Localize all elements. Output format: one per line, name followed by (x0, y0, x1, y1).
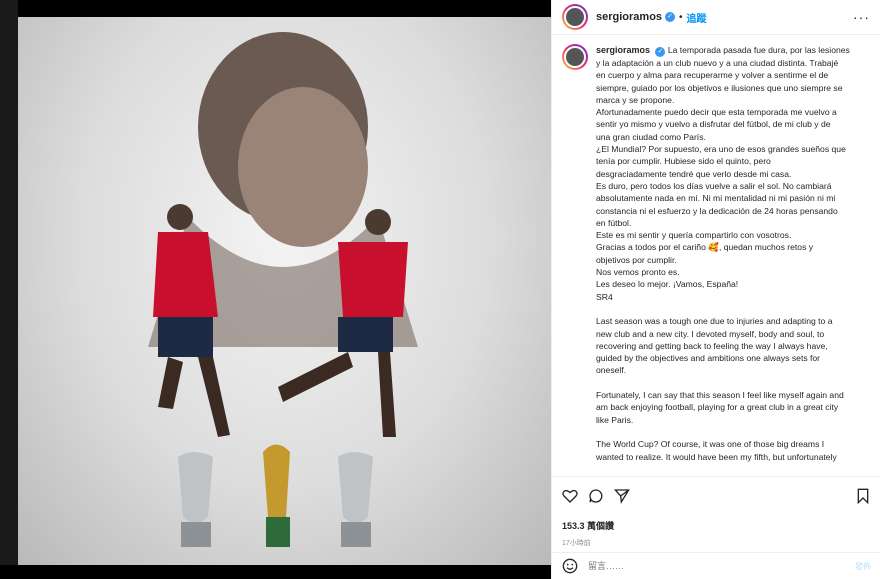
caption-line: Afortunadamente puedo decir que esta tem… (596, 107, 837, 118)
caption-line: objetivos por cumplir. (596, 254, 677, 265)
heart-icon[interactable] (562, 488, 578, 504)
caption-line: marca y se propone. (596, 94, 675, 105)
post-header: sergioramos ✓ • 追蹤 ··· (552, 0, 880, 35)
caption-line: absolutamente nada en mí. Ni mi mentalid… (596, 193, 836, 204)
caption-line: siempre, guiado por los objetivos e ilus… (596, 82, 843, 93)
caption-line: y la adaptación a un club nuevo y a una … (596, 58, 839, 68)
bookmark-icon[interactable] (855, 488, 871, 504)
caption-line: recovering and getting back to feeling t… (596, 340, 828, 351)
timestamp[interactable]: 17小時前 (562, 538, 871, 548)
caption-line: desgraciadamente tendré que verlo desde … (596, 168, 792, 179)
post-comment-button[interactable]: 發佈 (855, 561, 871, 572)
follow-button[interactable]: 追蹤 (687, 10, 707, 25)
caption-line: Last season was a tough one due to injur… (596, 316, 833, 327)
more-icon[interactable]: ··· (853, 9, 870, 25)
caption-line: like Paris. (596, 414, 634, 425)
portrait-face (238, 87, 368, 247)
caption-text: sergioramos ✓ La temporada pasada fue du… (596, 44, 856, 463)
caption-line: am back enjoying football, playing for a… (596, 402, 839, 413)
backdrop-bottom (0, 565, 551, 579)
backdrop (0, 0, 18, 579)
caption-line: tenía por cumplir. Hubiese sido el quint… (596, 156, 771, 167)
caption-line: Este es mi sentir y quería compartirlo c… (596, 230, 792, 241)
caption-line: sentir yo mismo y vuelvo a disfrutar del… (596, 119, 831, 130)
trophy-euro-right (338, 452, 373, 547)
caption-line: en fútbol. (596, 217, 632, 228)
caption-line: La temporada pasada fue dura, por las le… (667, 45, 850, 55)
caption-avatar[interactable] (562, 44, 588, 70)
comment-icon[interactable] (588, 488, 604, 504)
caption-area[interactable]: sergioramos ✓ La temporada pasada fue du… (552, 36, 880, 476)
caption-username[interactable]: sergioramos (596, 45, 650, 55)
caption-line: en cuerpo y alma para recuperarme y volv… (596, 70, 829, 81)
like-count[interactable]: 153.3 萬個讚 (562, 519, 871, 532)
share-icon[interactable] (614, 488, 630, 504)
post-image[interactable] (18, 17, 551, 565)
comment-bar: 發佈 (552, 552, 880, 579)
action-bar: 153.3 萬個讚 17小時前 (552, 476, 880, 548)
verified-icon: ✓ (665, 12, 676, 22)
emoji-icon[interactable] (562, 558, 578, 574)
caption-line: constancia ni el esfuerzo y la dedicació… (596, 205, 838, 216)
caption-line: Les deseo lo mejor. ¡Vamos, España! (596, 279, 739, 290)
avatar[interactable] (562, 4, 588, 30)
verified-icon: ✓ (655, 47, 666, 57)
trophy-euro-left (178, 452, 213, 547)
caption-line: new club and a new city. I devoted mysel… (596, 328, 825, 339)
caption-line: Gracias a todos por el cariño 🥰, quedan … (596, 242, 814, 253)
caption-line: The World Cup? Of course, it was one of … (596, 439, 825, 450)
trophy-world-cup (263, 444, 290, 547)
post-sidebar: sergioramos ✓ • 追蹤 ··· sergioramos ✓ La … (551, 0, 880, 579)
caption-line: SR4 (596, 291, 613, 302)
caption-line: Fortunately, I can say that this season … (596, 390, 844, 401)
caption-line: una gran ciudad como París. (596, 131, 706, 142)
comment-input[interactable] (588, 561, 808, 571)
caption-line: wanted to realize. It would have been my… (596, 451, 837, 462)
caption-line: guided by the objectives and ambitions o… (596, 353, 821, 364)
post-photo-art (148, 32, 418, 547)
caption-line: Es duro, pero todos los días vuelve a sa… (596, 180, 832, 191)
separator-dot: • (679, 11, 683, 23)
username-link[interactable]: sergioramos (596, 11, 662, 23)
caption-line: ¿El Mundial? Por supuesto, era uno de es… (596, 144, 846, 155)
caption-line: oneself. (596, 365, 627, 376)
caption-line: Nos vemos pronto es. (596, 267, 680, 278)
